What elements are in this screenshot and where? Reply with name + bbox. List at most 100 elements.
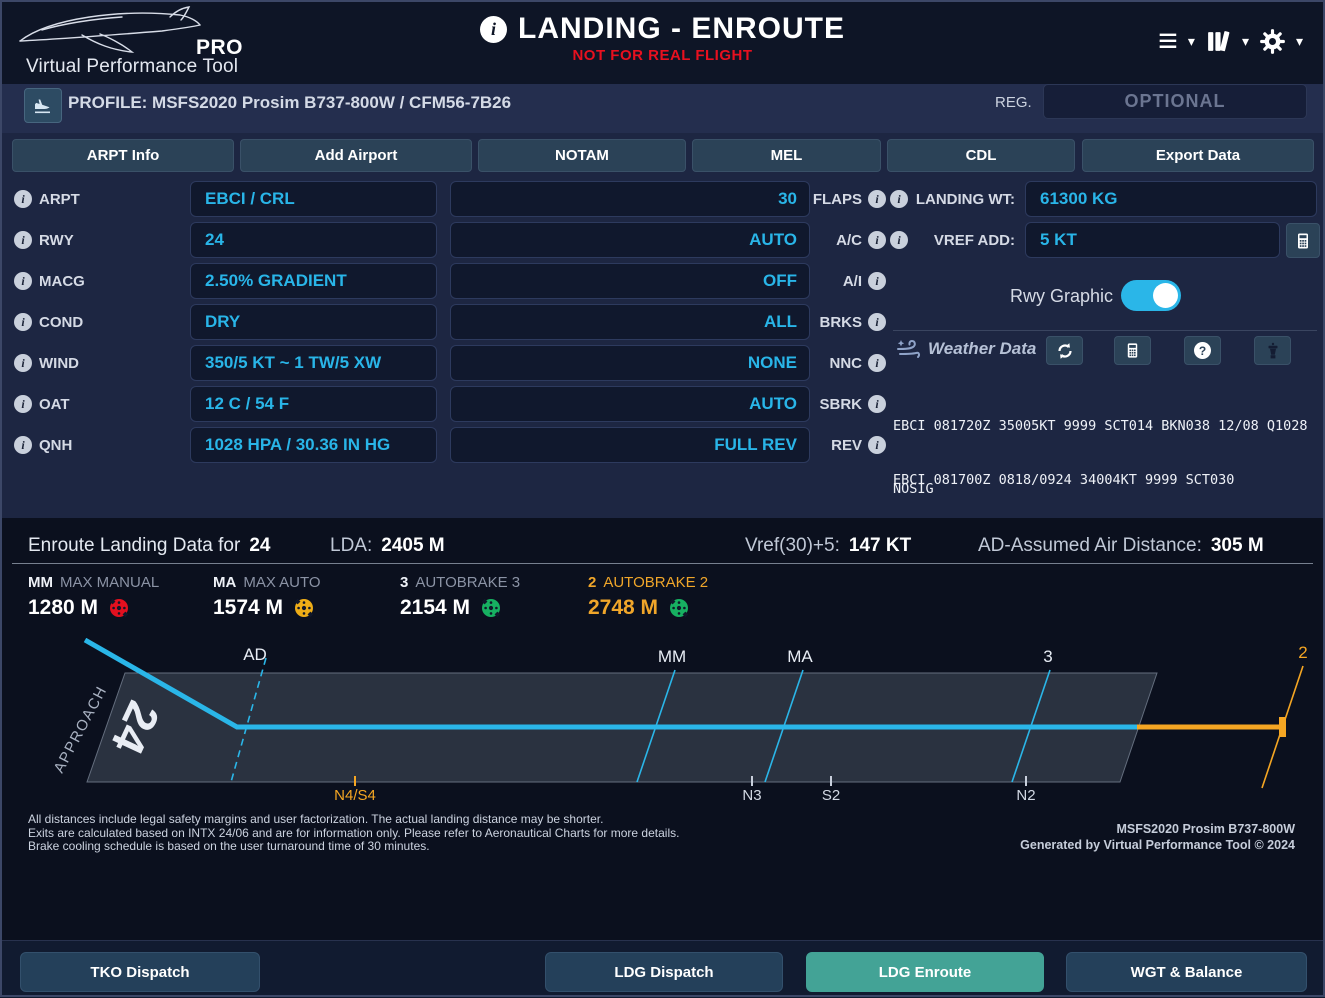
info-icon[interactable]: i xyxy=(14,231,32,249)
info-icon[interactable]: i xyxy=(14,395,32,413)
result-value: 2748 M xyxy=(588,596,658,620)
result-name: AUTOBRAKE 3 xyxy=(415,574,520,591)
info-icon[interactable]: i xyxy=(14,313,32,331)
vref-add-input[interactable]: 5 KT xyxy=(1025,222,1280,258)
field-value: 1028 HPA / 30.36 IN HG xyxy=(205,435,390,455)
flaps-input[interactable]: 30 xyxy=(450,181,810,217)
library-icon[interactable] xyxy=(1205,28,1232,55)
landing-wt-input[interactable]: 61300 KG xyxy=(1025,181,1317,217)
ac-input[interactable]: AUTO xyxy=(450,222,810,258)
sbrk-input[interactable]: AUTO xyxy=(450,386,810,422)
qnh-input[interactable]: 1028 HPA / 30.36 IN HG xyxy=(190,427,437,463)
vref-calculator-button[interactable] xyxy=(1286,223,1320,258)
page-title: LANDING - ENROUTE xyxy=(518,12,845,46)
weather-tower-button[interactable] xyxy=(1254,336,1291,365)
menu-caret-icon[interactable]: ▾ xyxy=(1188,34,1195,48)
exit-label-n2: N2 xyxy=(1016,787,1035,804)
result-name: MAX AUTO xyxy=(243,574,320,591)
cond-input[interactable]: DRY xyxy=(190,304,437,340)
field-label: COND xyxy=(39,314,83,331)
exit-label-n4s4: N4/S4 xyxy=(334,787,376,804)
tab-ldg-dispatch[interactable]: LDG Dispatch xyxy=(545,952,783,992)
field-value: 350/5 KT ~ 1 TW/5 XW xyxy=(205,353,381,373)
info-icon[interactable]: i xyxy=(14,436,32,454)
title-info-icon[interactable]: i xyxy=(480,16,507,43)
result-name: MAX MANUAL xyxy=(60,574,159,591)
tab-ldg-enroute[interactable]: LDG Enroute xyxy=(806,952,1044,992)
toggle-knob xyxy=(1153,283,1178,308)
taf-line: EBCI 081700Z 0818/0924 34004KT 9999 SCT0… xyxy=(893,470,1321,491)
credit-line: MSFS2020 Prosim B737-800W xyxy=(1020,821,1295,837)
info-icon[interactable]: i xyxy=(868,354,886,372)
refresh-icon xyxy=(1056,342,1074,360)
ai-input[interactable]: OFF xyxy=(450,263,810,299)
ma-marker-label: MA xyxy=(787,647,813,666)
settings-gear-icon[interactable] xyxy=(1259,28,1286,55)
tab-tko-dispatch[interactable]: TKO Dispatch xyxy=(20,952,260,992)
field-value: FULL REV xyxy=(714,435,797,455)
field-head-macg: iMACG xyxy=(14,263,85,299)
info-icon[interactable]: i xyxy=(868,231,886,249)
menu-icon[interactable]: ≡ xyxy=(1158,26,1178,56)
info-icon[interactable]: i xyxy=(890,190,908,208)
tab-wgt-balance[interactable]: WGT & Balance xyxy=(1066,952,1307,992)
info-icon[interactable]: i xyxy=(890,231,908,249)
info-icon[interactable]: i xyxy=(868,395,886,413)
brks-input[interactable]: ALL xyxy=(450,304,810,340)
info-icon[interactable]: i xyxy=(14,190,32,208)
note-line: All distances include legal safety margi… xyxy=(28,813,679,827)
rwy-graphic-toggle[interactable] xyxy=(1121,280,1181,311)
weather-refresh-button[interactable] xyxy=(1046,336,1083,365)
landing-plane-icon xyxy=(33,96,53,116)
library-caret-icon[interactable]: ▾ xyxy=(1242,34,1249,48)
button-label: MEL xyxy=(771,147,803,164)
field-label: LANDING WT: xyxy=(915,191,1015,208)
info-icon[interactable]: i xyxy=(868,436,886,454)
result-value: 2154 M xyxy=(400,596,470,620)
rwy-input[interactable]: 24 xyxy=(190,222,437,258)
exit-label-n3: N3 xyxy=(742,787,761,804)
title-block: i LANDING - ENROUTE NOT FOR REAL FLIGHT xyxy=(0,12,1325,64)
info-icon[interactable]: i xyxy=(14,272,32,290)
add-airport-button[interactable]: Add Airport xyxy=(240,139,472,172)
lda-readout: LDA: 2405 M xyxy=(330,535,445,557)
mel-button[interactable]: MEL xyxy=(692,139,881,172)
landing-data-title: Enroute Landing Data for 24 xyxy=(28,535,270,557)
lda-value: 2405 M xyxy=(381,535,444,557)
field-label: RWY xyxy=(39,232,74,249)
field-head-arpt: iARPT xyxy=(14,181,80,217)
settings-caret-icon[interactable]: ▾ xyxy=(1296,34,1303,48)
export-data-button[interactable]: Export Data xyxy=(1082,139,1314,172)
field-head-rev: REVi xyxy=(798,427,886,463)
oat-input[interactable]: 12 C / 54 F xyxy=(190,386,437,422)
result-value: 1280 M xyxy=(28,596,98,620)
nnc-input[interactable]: NONE xyxy=(450,345,810,381)
cdl-button[interactable]: CDL xyxy=(887,139,1075,172)
button-label: CDL xyxy=(966,147,997,164)
arpt-info-button[interactable]: ARPT Info xyxy=(12,139,234,172)
rev-input[interactable]: FULL REV xyxy=(450,427,810,463)
field-label: FLAPS xyxy=(798,191,862,208)
registration-input[interactable]: OPTIONAL xyxy=(1043,84,1307,119)
info-icon[interactable]: i xyxy=(868,272,886,290)
info-icon[interactable]: i xyxy=(14,354,32,372)
weather-wind-icon xyxy=(896,337,922,361)
field-head-brks: BRKSi xyxy=(798,304,886,340)
info-icon[interactable]: i xyxy=(868,313,886,331)
result-value: 1574 M xyxy=(213,596,283,620)
weather-calculator-button[interactable] xyxy=(1114,336,1151,365)
macg-input[interactable]: 2.50% GRADIENT xyxy=(190,263,437,299)
field-head-sbrk: SBRKi xyxy=(798,386,886,422)
note-line: Exits are calculated based on INTX 24/06… xyxy=(28,827,679,841)
arpt-input[interactable]: EBCI / CRL xyxy=(190,181,437,217)
disclaimer-text: NOT FOR REAL FLIGHT xyxy=(572,47,752,64)
header-bar: PRO Virtual Performance Tool i LANDING -… xyxy=(0,0,1325,84)
field-head-flaps: FLAPS i xyxy=(798,181,886,217)
result-autobrake-3: 3AUTOBRAKE 3 2154 M xyxy=(400,574,520,620)
profile-plane-button[interactable] xyxy=(24,88,62,123)
notam-button[interactable]: NOTAM xyxy=(478,139,686,172)
info-icon[interactable]: i xyxy=(868,190,886,208)
tab-label: WGT & Balance xyxy=(1131,964,1243,981)
weather-help-button[interactable]: ? xyxy=(1184,336,1221,365)
wind-input[interactable]: 350/5 KT ~ 1 TW/5 XW xyxy=(190,345,437,381)
